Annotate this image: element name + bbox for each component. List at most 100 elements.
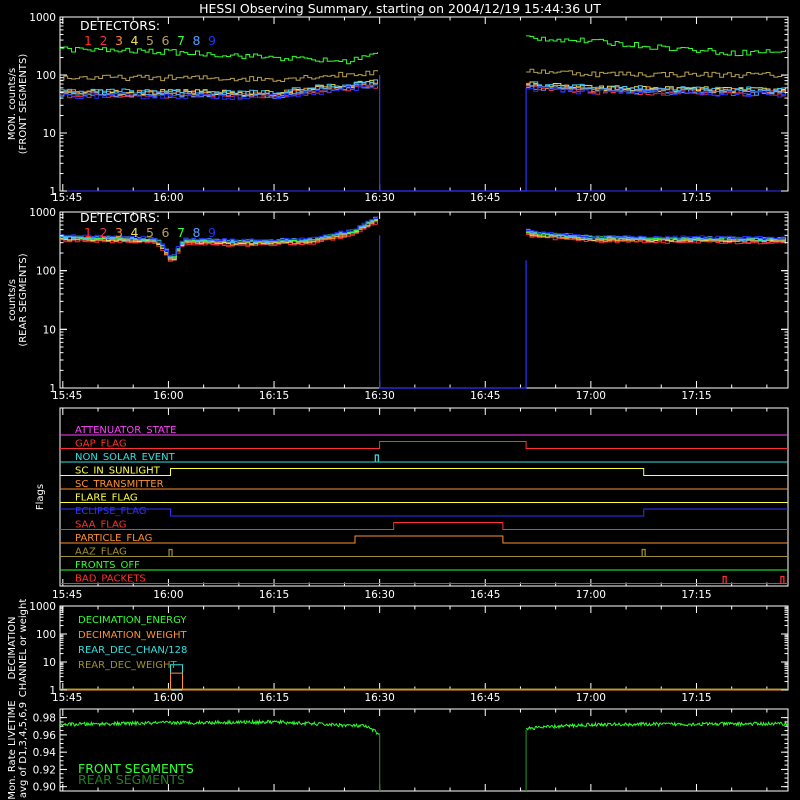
flag-label: SAA_FLAG	[75, 520, 126, 531]
live-legend-item: REAR SEGMENTS	[78, 772, 185, 787]
front-legend-number: 4	[131, 33, 139, 48]
y-tick-label: 10	[43, 324, 56, 336]
front-legend-number: 6	[162, 33, 170, 48]
flag-label: FLARE_FLAG	[75, 493, 138, 504]
flag-line	[60, 508, 788, 517]
y-tick-label: 100	[36, 629, 56, 641]
rear-legend-number: 5	[146, 225, 154, 240]
livetime-front-line	[59, 718, 380, 736]
rear-legend-number: 3	[115, 225, 123, 240]
x-tick-label: 17:15	[681, 692, 711, 704]
y-tick-label: 1000	[29, 12, 56, 24]
decimation-panel: 1101001000 15:45 16:00 16:15 16:30 16:45 17:0…	[7, 599, 789, 704]
front-ylabel-1: MON. counts/s	[7, 68, 18, 140]
x-tick-label: 16:30	[365, 390, 395, 402]
x-tick-label: 16:00	[153, 589, 183, 601]
x-tick-label: 16:30	[365, 589, 395, 601]
y-tick-label: 0.92	[33, 764, 56, 776]
x-tick-label: 16:00	[153, 692, 183, 704]
decimation-legend: DECIMATION_ENERGY DECIMATION_WEIGHT REAR_D…	[78, 615, 187, 671]
decim-ylabel-1: DECIMATION	[7, 616, 18, 679]
front-legend-number: 9	[208, 33, 216, 48]
rear-legend-number: 8	[193, 225, 201, 240]
x-tick-label: 17:15	[681, 390, 711, 402]
livetime-panel: 0.90 0.92 0.94 0.96 0.98 FRONT SEGMENTSREAR …	[7, 700, 789, 800]
rear-y-ticks: 1 10 100 1000	[29, 207, 788, 395]
flags-x-ticks: 15:45 16:00 16:15 16:30 16:45 17:00 17:15	[52, 589, 712, 601]
front-legend-number: 7	[177, 33, 185, 48]
flag-label: GAP_FLAG	[75, 439, 127, 450]
y-tick-label: 0.94	[33, 747, 57, 759]
x-tick-label: 17:15	[681, 589, 711, 601]
flag-line	[60, 535, 788, 544]
front-legend-number: 1	[84, 33, 92, 48]
flags-panel: ATTENUATOR_STATE GAP_FLAG NON_SOLAR_EVENT S…	[35, 407, 789, 601]
front-panel: 1 10 100 1000 15:45 16:00 16:15 16:30 16:45 17:0…	[7, 12, 789, 204]
rear-panel: 1 10 100 1000 15:45 16:00 16:15 16:30 16:45 17:0…	[7, 207, 789, 402]
x-tick-label: 15:45	[52, 390, 82, 402]
front-y-ticks: 1 10 100 1000	[29, 12, 788, 198]
flag-label: AAZ_FLAG	[75, 547, 127, 558]
flag-spike	[168, 548, 173, 557]
flag-label: BAD_PACKETS	[75, 574, 146, 585]
rear-legend-number: 7	[177, 225, 185, 240]
flag-label: ATTENUATOR_STATE	[75, 425, 176, 436]
livetime-legend: FRONT SEGMENTSREAR SEGMENTS	[78, 761, 194, 787]
flag-label: SC_IN_SUNLIGHT	[75, 466, 161, 477]
x-tick-label: 16:30	[365, 692, 395, 704]
flag-spike	[780, 575, 785, 584]
x-tick-label: 17:00	[576, 589, 606, 601]
flag-label: SC_TRANSMITTER	[75, 479, 164, 490]
front-legend-number: 5	[146, 33, 154, 48]
rear-gap-line	[379, 235, 527, 389]
x-tick-label: 17:15	[681, 192, 711, 204]
live-ylabel-1: Mon. Rate LIVETIME	[7, 700, 18, 799]
flag-line	[60, 522, 788, 530]
y-tick-label: 1000	[29, 601, 56, 613]
front-legend-number: 3	[115, 33, 123, 48]
x-tick-label: 16:30	[365, 192, 395, 204]
x-tick-label: 16:00	[153, 192, 183, 204]
flags-ylabel: Flags	[35, 484, 46, 510]
front-series-line	[526, 68, 786, 79]
flag-line	[60, 441, 788, 449]
decim-legend-item: DECIMATION_ENERGY	[78, 615, 187, 626]
rear-ylabel-1: counts/s	[7, 279, 18, 321]
x-tick-label: 15:45	[52, 589, 82, 601]
hessi-summary-chart: HESSI Observing Summary, starting on 200…	[7, 1, 789, 800]
x-tick-label: 15:45	[52, 692, 82, 704]
rear-legend-number: 9	[208, 225, 216, 240]
flag-line	[60, 468, 788, 476]
y-tick-label: 1000	[29, 207, 56, 219]
y-tick-label: 100	[36, 70, 56, 82]
front-ylabel-2: (FRONT SEGMENTS)	[18, 54, 29, 155]
flag-label: PARTICLE_FLAG	[75, 533, 152, 544]
x-tick-label: 16:15	[259, 692, 289, 704]
x-tick-label: 17:00	[576, 390, 606, 402]
front-series-line	[60, 46, 378, 65]
x-tick-label: 17:00	[576, 192, 606, 204]
x-tick-label: 16:45	[470, 692, 500, 704]
front-series-line	[60, 70, 378, 82]
livetime-front-line	[525, 720, 788, 731]
rear-legend-detectors: 123456789	[84, 225, 216, 240]
y-tick-label: 0.96	[33, 730, 57, 742]
front-series-line	[526, 35, 786, 57]
rear-legend-title: DETECTORS:	[80, 210, 160, 225]
live-ylabel-2: avg of D1,3,4,5,6,9	[18, 702, 29, 798]
y-tick-label: 10	[43, 657, 56, 669]
rear-x-ticks: 15:45 16:00 16:15 16:30 16:45 17:00 17:15	[52, 390, 712, 402]
decim-ylabel-2: CHANNEL or weight	[18, 599, 29, 698]
y-tick-label: 0.98	[33, 713, 56, 725]
decim-legend-item: DECIMATION_WEIGHT	[78, 630, 187, 641]
x-tick-label: 16:00	[153, 390, 183, 402]
flag-spike	[374, 454, 379, 462]
front-legend-number: 8	[193, 33, 201, 48]
front-legend-number: 2	[100, 33, 108, 48]
decim-rear-weight	[60, 672, 788, 691]
x-tick-label: 16:45	[470, 589, 500, 601]
x-tick-label: 16:45	[470, 390, 500, 402]
rear-legend-number: 2	[100, 225, 108, 240]
rear-legend-number: 1	[84, 225, 92, 240]
flag-label: ECLIPSE_FLAG	[75, 506, 146, 517]
